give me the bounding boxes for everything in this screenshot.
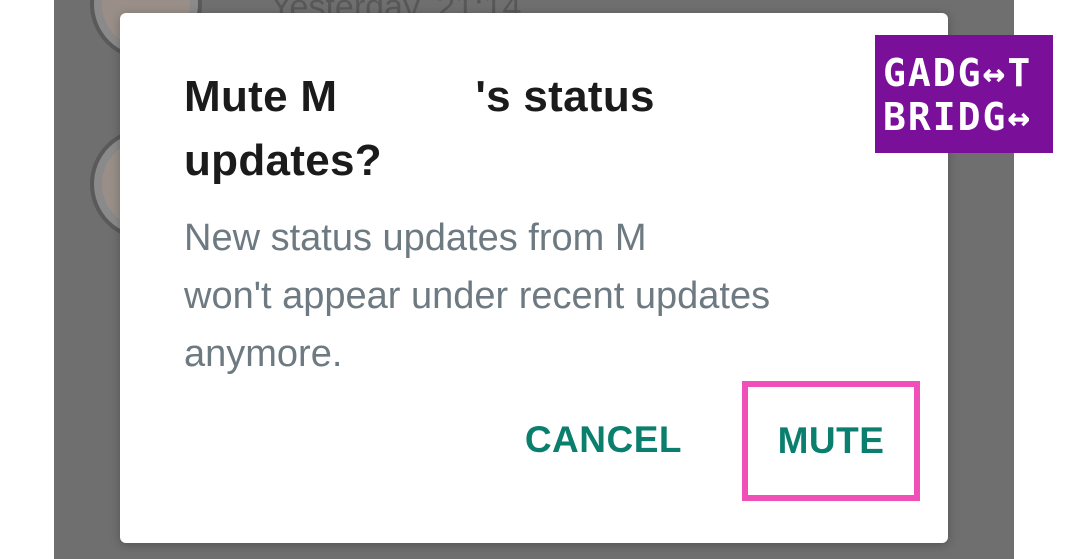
title-suffix: 's status — [475, 72, 655, 121]
cancel-button[interactable]: CANCEL — [525, 419, 682, 461]
logo-line2: BRIDG↔ — [883, 95, 1033, 139]
dialog-title: Mute M 's status updates? — [184, 65, 804, 193]
mute-dialog: Mute M 's status updates? New status upda… — [120, 13, 948, 543]
message-line1: New status updates from M — [184, 217, 647, 259]
dialog-message: New status updates from M won't appear u… — [184, 209, 904, 383]
title-prefix: Mute M — [184, 72, 338, 121]
dialog-actions: CANCEL MUTE — [500, 381, 920, 511]
message-line2: won't appear under recent updates — [184, 275, 771, 317]
title-line2: updates? — [184, 136, 382, 185]
mute-button[interactable]: MUTE — [742, 381, 920, 501]
gadgetbridge-logo: GADG↔T BRIDG↔ — [875, 35, 1053, 153]
logo-line1: GADG↔T — [883, 51, 1033, 95]
message-line3: anymore. — [184, 333, 343, 375]
